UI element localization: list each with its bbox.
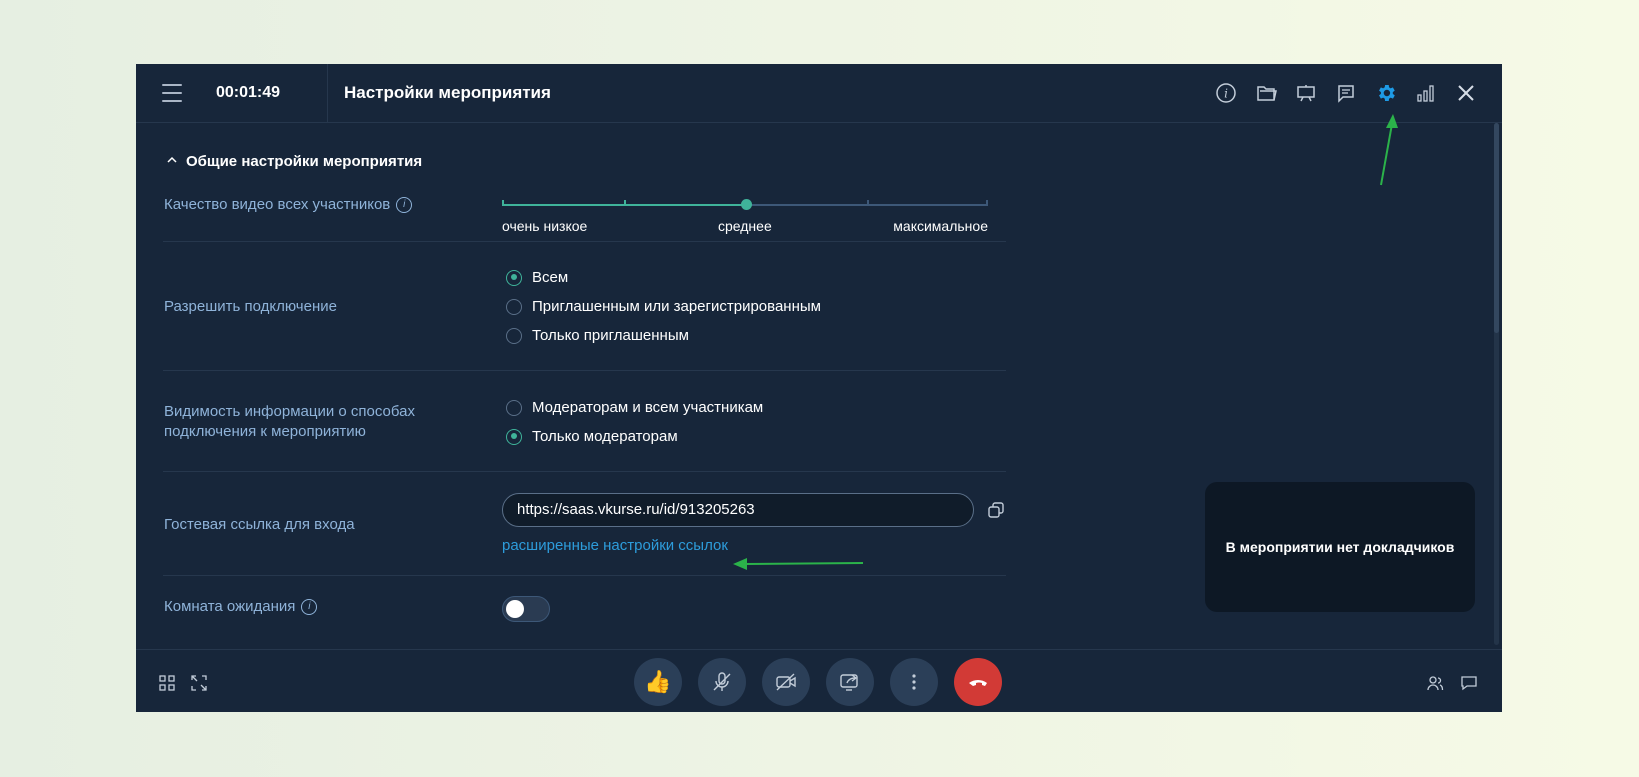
radio-unchecked [506,399,522,416]
video-quality-label: Качество видео всех участников i [164,195,413,215]
radio-label: Только модераторам [532,428,678,445]
slider-label-low: очень низкое [502,218,588,234]
signal-icon[interactable] [1412,79,1440,107]
slider-thumb[interactable] [741,199,752,210]
divider [163,370,1006,371]
info-icon[interactable]: i [1212,79,1240,107]
visibility-label: Видимость информации о способах подключе… [164,402,415,442]
header-bar: 00:01:49 Настройки мероприятия i [136,64,1502,123]
thumbs-up-icon: 👍 [644,669,672,694]
visibility-label-line1: Видимость информации о способах [164,403,415,420]
radio-unchecked [506,327,522,344]
call-controls: 👍 [634,658,1002,706]
notes-icon[interactable] [1332,79,1360,107]
share-screen-button[interactable] [826,658,874,706]
waiting-room-label-text: Комната ожидания [164,598,296,615]
slider-tick [502,200,504,206]
radio-allow-invited-registered[interactable]: Приглашенным или зарегистрированным [506,298,821,315]
hang-up-icon [969,680,987,686]
participants-icon[interactable] [1426,674,1444,692]
chat-icon[interactable] [1460,674,1478,692]
radio-unchecked [506,298,522,315]
radio-visibility-moderators[interactable]: Только модераторам [506,428,678,445]
chevron-up-icon [166,153,178,170]
bottom-control-bar: 👍 [136,649,1502,712]
speakers-empty-text: В мероприятии нет докладчиков [1225,539,1455,555]
conference-window: 00:01:49 Настройки мероприятия i Общие н… [136,64,1502,712]
waiting-room-toggle[interactable] [502,596,550,622]
guest-link-field[interactable]: https://saas.vkurse.ru/id/913205263 [502,493,974,527]
copy-icon[interactable] [986,500,1006,520]
menu-icon[interactable] [162,84,182,102]
share-screen-icon [840,674,858,691]
settings-content: Общие настройки мероприятия Качество вид… [136,123,1502,649]
radio-label: Всем [532,269,569,286]
visibility-label-line2: подключения к мероприятию [164,423,366,440]
presentation-icon[interactable] [1292,79,1320,107]
waiting-room-label: Комната ожидания i [164,597,318,617]
divider [163,471,1006,472]
video-quality-slider[interactable]: очень низкое среднее максимальное [502,198,988,238]
call-timer: 00:01:49 [216,84,281,101]
header-divider [327,64,328,122]
reaction-button[interactable]: 👍 [634,658,682,706]
divider [163,575,1006,576]
info-icon[interactable]: i [301,599,318,616]
radio-label: Приглашенным или зарегистрированным [532,298,821,315]
more-button[interactable] [890,658,938,706]
page-title: Настройки мероприятия [344,83,551,102]
camera-off-icon [776,673,796,691]
divider [163,241,1006,242]
grid-layout-icon[interactable] [158,674,176,692]
video-quality-label-text: Качество видео всех участников [164,196,391,213]
microphone-off-icon [713,672,731,691]
microphone-button[interactable] [698,658,746,706]
folder-icon[interactable] [1252,79,1280,107]
svg-text:i: i [1224,87,1228,101]
slider-tick [867,200,869,206]
fullscreen-icon[interactable] [190,674,208,692]
info-icon[interactable]: i [396,197,413,214]
radio-checked [506,269,522,286]
toggle-knob [506,600,524,618]
side-panel-controls [1426,674,1478,692]
layout-controls [158,674,208,692]
slider-label-max: максимальное [893,218,988,234]
section-header-general[interactable]: Общие настройки мероприятия [166,153,422,170]
camera-button[interactable] [762,658,810,706]
radio-label: Только приглашенным [532,327,689,344]
speakers-panel: В мероприятии нет докладчиков [1205,482,1475,612]
more-vertical-icon [912,674,916,690]
slider-tick [986,200,988,206]
section-title: Общие настройки мероприятия [186,153,423,170]
header-toolbar: i [1212,79,1480,107]
end-call-button[interactable] [954,658,1002,706]
close-icon[interactable] [1452,79,1480,107]
settings-icon[interactable] [1372,79,1400,107]
radio-allow-all[interactable]: Всем [506,269,568,286]
allow-connection-label: Разрешить подключение [164,298,337,315]
radio-allow-invited-only[interactable]: Только приглашенным [506,327,689,344]
slider-label-medium: среднее [718,218,772,234]
advanced-link-settings[interactable]: расширенные настройки ссылок [502,537,728,554]
guest-link-label: Гостевая ссылка для входа [164,516,355,533]
radio-checked [506,428,522,445]
radio-visibility-all[interactable]: Модераторам и всем участникам [506,399,763,416]
radio-label: Модераторам и всем участникам [532,399,764,416]
slider-tick [624,200,626,206]
scrollbar-thumb[interactable] [1494,123,1499,333]
